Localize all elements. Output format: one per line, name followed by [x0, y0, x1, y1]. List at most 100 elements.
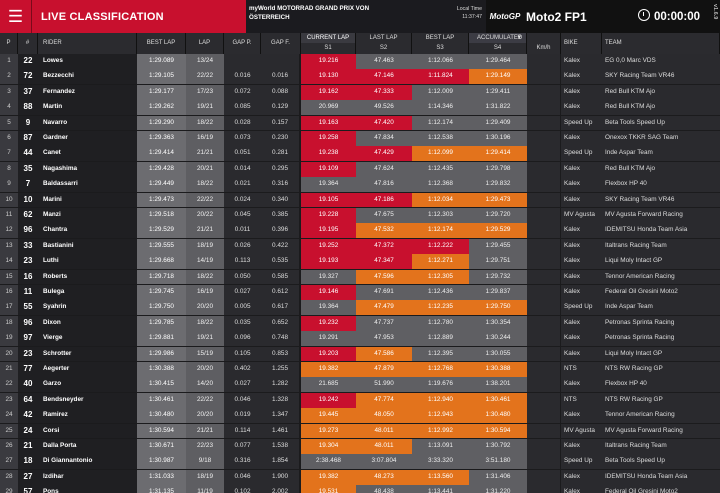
- table-row[interactable]: 29 57 Pons 1:31.135 11/19 0.102 2.002 19.531 48.…: [0, 485, 720, 493]
- col-s3: S3: [412, 43, 469, 54]
- table-row[interactable]: 24 42 Ramirez 1:30.480 20/20 0.019 1.347 19.445…: [0, 408, 720, 423]
- sector-4-time: 1:29.529: [469, 223, 527, 239]
- bike-name: Kalex: [561, 285, 602, 300]
- best-lap-time: 1:29.262: [137, 100, 186, 115]
- gap-previous: 0.102: [224, 485, 261, 493]
- speed-cell: [527, 161, 560, 177]
- table-row[interactable]: 21 77 Aegerter 1:30.388 20/20 0.402 1.255 19.38…: [0, 362, 720, 377]
- team-name: NTS RW Racing GP: [602, 362, 720, 377]
- sector-3-time: 1:12.395: [412, 346, 469, 362]
- table-row[interactable]: 22 40 Garzo 1:30.415 14/20 0.027 1.282 21.685 51…: [0, 377, 720, 393]
- sector-1-time: 19.216: [301, 54, 356, 69]
- rider-number: 22: [18, 54, 38, 69]
- tab-current-lap[interactable]: CURRENT LAP: [301, 33, 356, 43]
- session-name: Moto2 FP1: [524, 0, 630, 33]
- sector-4-time: 1:29.455: [469, 238, 527, 254]
- table-row[interactable]: 6 87 Gardner 1:29.363 16/19 0.073 0.230 19.258 4…: [0, 131, 720, 146]
- tab-best-lap[interactable]: BEST LAP: [412, 33, 469, 43]
- sector-1-time: 19.162: [301, 84, 356, 100]
- best-lap-time: 1:29.428: [137, 161, 186, 177]
- lap-count: 18/22: [186, 269, 224, 285]
- gap-first: 2.002: [261, 485, 299, 493]
- gap-first: 0.385: [261, 208, 299, 223]
- speed-cell: [527, 423, 560, 439]
- rider-number: 40: [18, 377, 38, 393]
- bike-name: MV Agusta: [561, 423, 602, 439]
- sector-4-time: 1:29.409: [469, 115, 527, 131]
- rider-number: 11: [18, 285, 38, 300]
- sector-1-time: 19.304: [301, 439, 356, 454]
- sector-3-time: 1:12.436: [412, 285, 469, 300]
- table-row[interactable]: 10 10 Marini 1:29.473 22/22 0.024 0.340 19.105 4…: [0, 192, 720, 208]
- speed-cell: [527, 208, 560, 223]
- sector-3-time: 1:12.066: [412, 54, 469, 69]
- rider-number: 72: [18, 69, 38, 85]
- table-row[interactable]: 12 96 Chantra 1:29.529 21/21 0.011 0.396 19.195…: [0, 223, 720, 239]
- sector-2-time: 48.273: [356, 469, 412, 485]
- rider-name: Bulega: [38, 285, 137, 300]
- table-row[interactable]: 25 24 Corsi 1:30.594 21/21 0.114 1.461 19.273 48…: [0, 423, 720, 439]
- best-lap-time: 1:31.033: [137, 469, 186, 485]
- table-row[interactable]: 26 21 Dalla Porta 1:30.671 22/23 0.077 1.538 19…: [0, 439, 720, 454]
- table-row[interactable]: 17 55 Syahrin 1:29.750 20/20 0.005 0.617 19.364…: [0, 300, 720, 316]
- speed-cell: [527, 269, 560, 285]
- table-row[interactable]: 14 23 Luthi 1:29.668 14/19 0.113 0.535 19.193 47…: [0, 254, 720, 269]
- sector-2-time: 47.586: [356, 346, 412, 362]
- table-row[interactable]: 7 44 Canet 1:29.414 21/21 0.051 0.281 19.238 47.…: [0, 146, 720, 162]
- table-row[interactable]: 8 35 Nagashima 1:29.428 20/21 0.014 0.295 19.10…: [0, 161, 720, 177]
- table-row[interactable]: 18 96 Dixon 1:29.785 18/22 0.035 0.652 19.232 47…: [0, 315, 720, 331]
- table-row[interactable]: 11 62 Manzi 1:29.518 20/22 0.045 0.385 19.228 47…: [0, 208, 720, 223]
- table-row[interactable]: 4 88 Martin 1:29.262 19/21 0.085 0.129 20.969 49…: [0, 100, 720, 115]
- sector-2-time: 47.146: [356, 69, 412, 85]
- rider-number: 33: [18, 238, 38, 254]
- lap-count: 18/22: [186, 177, 224, 192]
- position-cell: 10: [0, 192, 18, 208]
- sector-1-time: 19.531: [301, 485, 356, 493]
- table-row[interactable]: 1 22 Lowes 1:29.089 13/24 19.216 47.463 1:12.06…: [0, 54, 720, 69]
- gap-first: 1.854: [261, 454, 299, 470]
- table-row[interactable]: 20 23 Schrotter 1:29.986 15/19 0.105 0.853 19.2…: [0, 346, 720, 362]
- team-name: Federal Oil Gresini Moto2: [602, 285, 720, 300]
- team-name: Italtrans Racing Team: [602, 238, 720, 254]
- gap-first: 1.282: [261, 377, 299, 393]
- position-cell: 17: [0, 300, 18, 316]
- table-row[interactable]: 27 18 Di Giannantonio 1:30.987 9/18 0.316 1.85…: [0, 454, 720, 470]
- team-name: NTS RW Racing GP: [602, 392, 720, 408]
- team-name: Petronas Sprinta Racing: [602, 315, 720, 331]
- gap-first: 0.396: [261, 223, 299, 239]
- table-row[interactable]: 9 7 Baldassarri 1:29.449 18/22 0.021 0.316 19.3…: [0, 177, 720, 192]
- position-cell: 18: [0, 315, 18, 331]
- sector-2-time: 47.596: [356, 269, 412, 285]
- gap-previous: 0.096: [224, 331, 261, 346]
- table-row[interactable]: 23 64 Bendsneyder 1:30.461 22/22 0.046 1.328 19…: [0, 392, 720, 408]
- sector-4-time: 1:30.354: [469, 315, 527, 331]
- sector-2-time: 48.011: [356, 439, 412, 454]
- speed-cell: [527, 54, 560, 69]
- rider-name: Pons: [38, 485, 137, 493]
- table-row[interactable]: 15 16 Roberts 1:29.718 18/22 0.050 0.585 19.327…: [0, 269, 720, 285]
- bike-name: Kalex: [561, 485, 602, 493]
- page-title: LIVE CLASSIFICATION: [32, 0, 246, 33]
- gap-previous: 0.026: [224, 238, 261, 254]
- tab-last-lap[interactable]: LAST LAP: [356, 33, 412, 43]
- rider-name: Chantra: [38, 223, 137, 239]
- table-row[interactable]: 13 33 Bastianini 1:29.555 18/19 0.026 0.422 19.…: [0, 238, 720, 254]
- gap-first: 0.129: [261, 100, 299, 115]
- event-name: myWorld MOTORRAD GRAND PRIX VON ÖSTERREI…: [246, 0, 383, 33]
- sector-2-time: 47.879: [356, 362, 412, 377]
- sector-1-time: 19.445: [301, 408, 356, 423]
- table-row[interactable]: 2 72 Bezzecchi 1:29.105 22/22 0.016 0.016 19.13…: [0, 69, 720, 85]
- mode-select[interactable]: ACCUMULATED: [469, 33, 527, 43]
- sector-3-time: 1:19.676: [412, 377, 469, 393]
- table-row[interactable]: 5 9 Navarro 1:29.290 18/22 0.028 0.157 19.163 47…: [0, 115, 720, 131]
- position-cell: 12: [0, 223, 18, 239]
- best-lap-time: 1:29.518: [137, 208, 186, 223]
- hamburger-icon[interactable]: ☰: [0, 0, 32, 33]
- lap-count: 20/20: [186, 362, 224, 377]
- table-row[interactable]: 19 97 Vierge 1:29.881 19/21 0.096 0.748 19.291 4…: [0, 331, 720, 346]
- table-row[interactable]: 16 11 Bulega 1:29.745 16/19 0.027 0.612 19.146 4…: [0, 285, 720, 300]
- sector-3-time: 1:12.034: [412, 192, 469, 208]
- table-row[interactable]: 3 37 Fernandez 1:29.177 17/23 0.072 0.088 19.16…: [0, 84, 720, 100]
- table-row[interactable]: 28 27 Izdihar 1:31.033 18/19 0.046 1.900 19.382…: [0, 469, 720, 485]
- gap-previous: 0.085: [224, 100, 261, 115]
